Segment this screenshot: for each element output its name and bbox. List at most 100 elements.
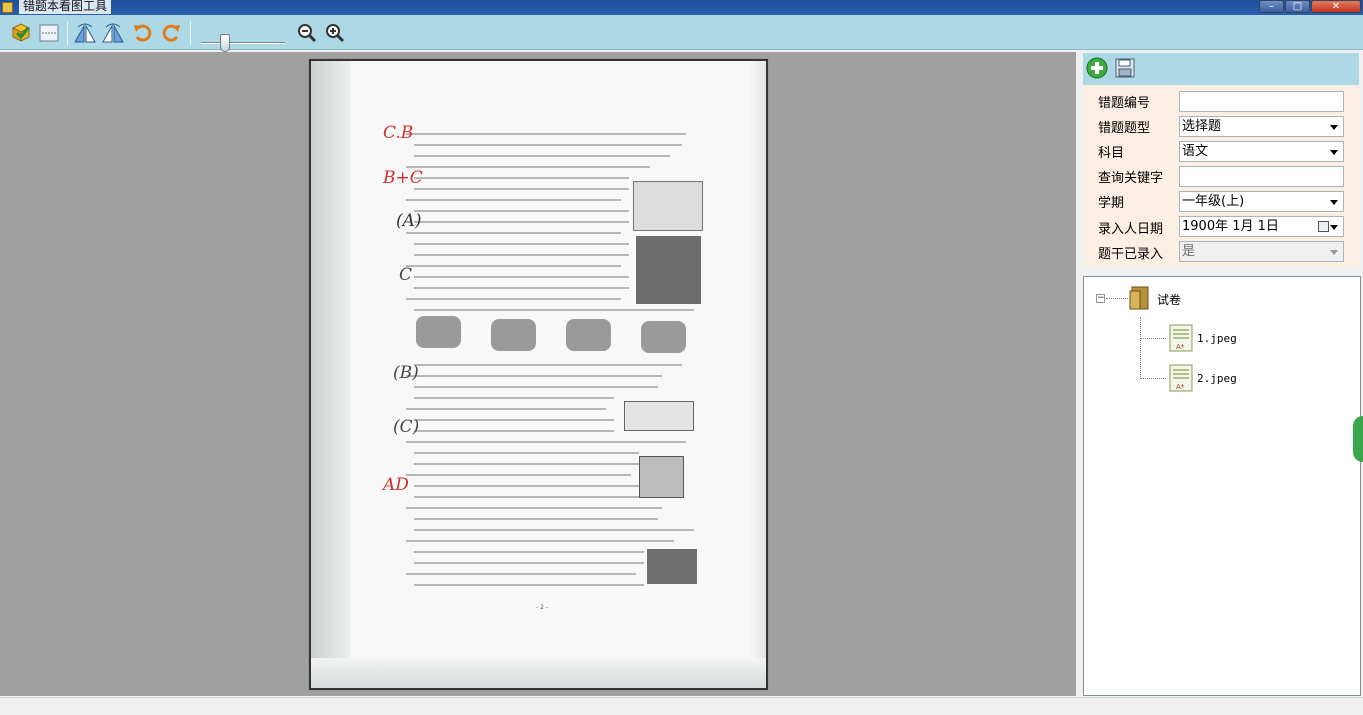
figure-light-beam (624, 401, 694, 431)
page-text-line (414, 386, 658, 388)
tree-connector (1140, 317, 1141, 379)
entry-date-picker[interactable]: 1900年 1月 1日 (1179, 216, 1344, 237)
figure-mirror-d (641, 321, 686, 353)
label-semester: 学期 (1098, 196, 1125, 211)
page-shadow (311, 658, 766, 688)
open-button[interactable] (9, 21, 33, 45)
page-text-line (406, 375, 662, 377)
main-toolbar (0, 15, 1363, 52)
page-text-line (406, 166, 650, 168)
handwritten-mark: C (399, 265, 413, 285)
handwritten-mark: (C) (393, 417, 420, 437)
page-text-line (414, 243, 629, 245)
question-type-select[interactable]: 选择题 (1179, 116, 1344, 137)
label-stem-entered: 题干已录入 (1098, 247, 1164, 262)
flip-horizontal-icon (74, 23, 96, 43)
image-file-icon: A* (1169, 364, 1193, 392)
label-question-id: 错题编号 (1098, 96, 1151, 111)
page-text-line (414, 452, 639, 454)
rotate-left-button[interactable] (131, 21, 155, 45)
scanned-page[interactable]: C.B B+C (A) C (B) (C) AD - 2 - (309, 59, 768, 690)
page-text-line (414, 144, 682, 146)
page-text-line (414, 584, 644, 586)
zoom-out-icon (298, 24, 317, 43)
tree-root-label[interactable]: 试卷 (1157, 291, 1181, 308)
figure-mirror-b (491, 319, 536, 351)
page-text-line (414, 551, 644, 553)
figure-building (647, 549, 697, 584)
page-text-line (406, 265, 621, 267)
subject-select[interactable]: 语文 (1179, 141, 1344, 162)
page-text-line (414, 155, 670, 157)
zoom-out-button[interactable] (295, 21, 319, 45)
page-text-line (414, 276, 629, 278)
page-text-line (414, 463, 639, 465)
save-icon[interactable] (1114, 57, 1136, 79)
page-text-line (414, 562, 644, 564)
page-text-line (406, 441, 686, 443)
question-form: 错题编号 错题题型 选择题 科目 语文 查询关键字 学期 一年级(上) 录入人日… (1083, 85, 1359, 267)
svg-text:A*: A* (1176, 383, 1185, 391)
window-title: 错题本看图工具 (19, 0, 112, 14)
flip-horizontal-button[interactable] (73, 21, 97, 45)
page-text-line (414, 177, 629, 179)
page-text-line (406, 408, 606, 410)
semester-select[interactable]: 一年级(上) (1179, 191, 1344, 212)
page-text-line (414, 518, 658, 520)
handwritten-mark: B+C (383, 168, 423, 188)
page-text-line (406, 573, 636, 575)
entry-date-value: 1900年 1月 1日 (1182, 219, 1279, 234)
page-text-line (414, 287, 629, 289)
page-text-line (406, 540, 674, 542)
page-text-line (406, 474, 631, 476)
handwritten-mark: AD (383, 475, 409, 495)
figure-mirror-c (566, 319, 611, 351)
status-bar (0, 697, 1363, 715)
side-toolbar (1083, 53, 1359, 85)
keyword-input[interactable] (1179, 166, 1344, 187)
calendar-icon[interactable] (1318, 221, 1329, 232)
page-text-line (414, 364, 682, 366)
open-icon (11, 23, 31, 42)
page-text-line (406, 507, 662, 509)
stem-entered-select: 是 (1179, 241, 1344, 262)
file-tree: − 试卷 A* 1.jpeg A* 2.jpeg (1083, 276, 1361, 696)
figure-glass (639, 456, 684, 498)
figure-magic-photo (636, 236, 701, 304)
page-text-line (414, 254, 629, 256)
page-text-line (414, 309, 694, 311)
maximize-button[interactable]: □ (1285, 0, 1310, 13)
handwritten-mark: (B) (393, 363, 419, 383)
rotate-right-button[interactable] (159, 21, 183, 45)
page-text-line (414, 210, 629, 212)
minimize-button[interactable]: – (1259, 0, 1284, 13)
toolbar-separator (67, 21, 68, 45)
page-text-line (414, 397, 614, 399)
zoom-slider-track[interactable] (201, 42, 285, 44)
image-viewer[interactable]: C.B B+C (A) C (B) (C) AD - 2 - (0, 52, 1076, 696)
tree-item-1[interactable]: 1.jpeg (1197, 332, 1237, 345)
fit-page-button[interactable] (37, 21, 61, 45)
tree-item-2[interactable]: 2.jpeg (1197, 372, 1237, 385)
question-id-input[interactable] (1179, 91, 1344, 112)
handwritten-mark: (A) (396, 211, 422, 231)
zoom-in-button[interactable] (323, 21, 347, 45)
tree-connector (1106, 298, 1128, 299)
label-subject: 科目 (1098, 146, 1125, 161)
image-file-icon: A* (1169, 324, 1193, 352)
flip-vertical-icon (102, 23, 124, 43)
close-button[interactable]: ✕ (1311, 0, 1361, 13)
svg-text:A*: A* (1176, 343, 1185, 351)
collapse-icon[interactable]: − (1096, 294, 1105, 303)
page-text-line (406, 298, 621, 300)
toolbar-separator (190, 21, 191, 45)
zoom-slider-thumb[interactable] (220, 34, 230, 52)
handwritten-mark: C.B (383, 123, 414, 143)
add-icon[interactable] (1086, 57, 1108, 79)
page-text-line (406, 232, 621, 234)
label-entry-date: 录入人日期 (1098, 222, 1164, 237)
page-text-line (414, 430, 614, 432)
flip-vertical-button[interactable] (101, 21, 125, 45)
page-shadow (746, 61, 766, 688)
floating-widget[interactable] (1353, 416, 1363, 462)
